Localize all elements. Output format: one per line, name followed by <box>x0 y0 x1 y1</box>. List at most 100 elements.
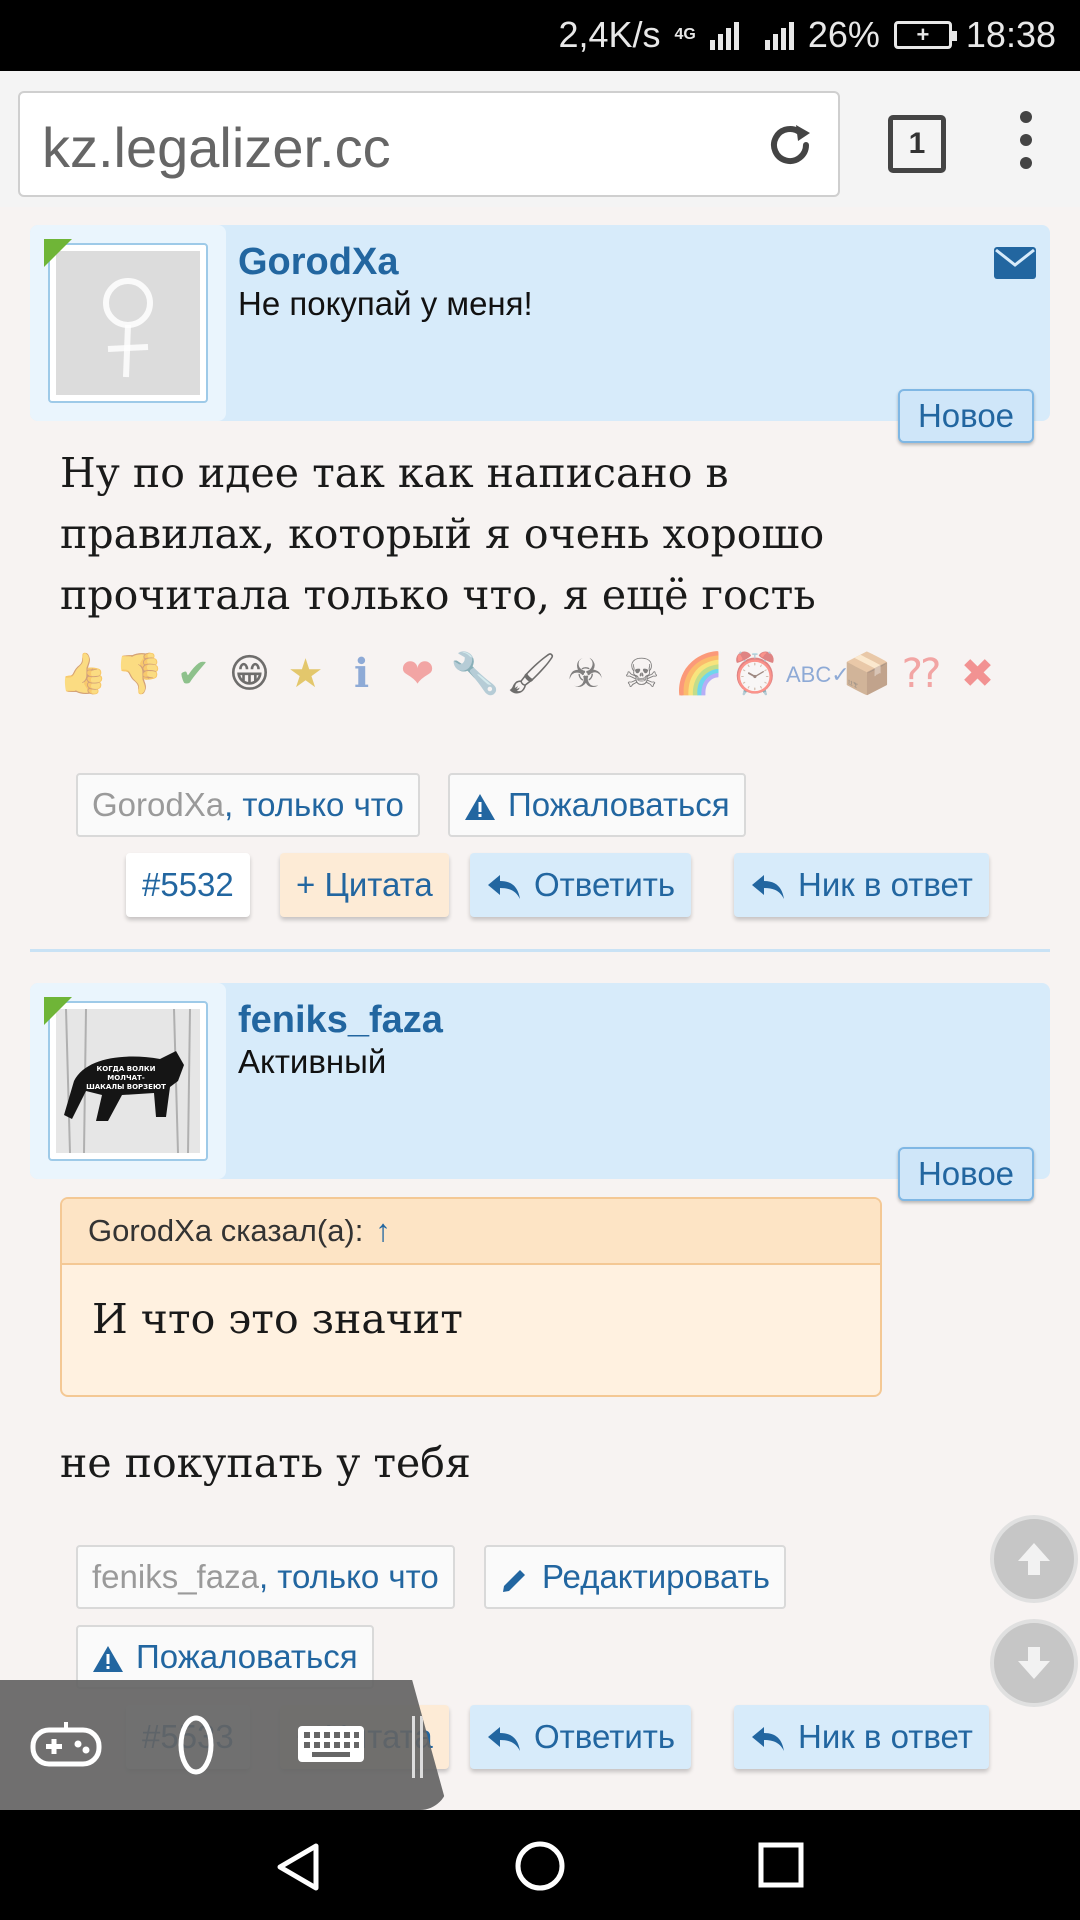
brush-icon[interactable]: 🖌 <box>506 651 557 698</box>
meta-time[interactable]: , только что <box>259 1558 439 1595</box>
zero-icon[interactable] <box>176 1714 216 1776</box>
warning-icon <box>465 794 495 821</box>
back-icon[interactable] <box>276 1842 322 1892</box>
thread-content: GorodXa Не покупай у меня! Новое Ну по и… <box>0 207 1080 1810</box>
edit-button[interactable]: Редактировать <box>484 1545 786 1609</box>
tab-switcher-button[interactable]: 1 <box>888 115 946 173</box>
home-icon[interactable] <box>514 1840 566 1892</box>
thumbs-up-icon[interactable]: 👍 <box>58 651 108 698</box>
grin-icon[interactable]: 😁 <box>226 651 273 698</box>
star-medal-icon[interactable]: ★ <box>282 651 329 698</box>
reply-button[interactable]: Ответить <box>470 853 692 917</box>
avatar-frame <box>30 225 226 421</box>
browser-toolbar: kz.legalizer.cc 1 <box>0 71 1080 207</box>
battery-icon: + <box>893 21 957 49</box>
message-line: правилах, который я очень хорошо <box>60 510 825 558</box>
post-meta: feniks_faza, только что <box>76 1545 455 1609</box>
signal-icon-2 <box>764 20 794 50</box>
quote-block: GorodXa сказал(а): ↑ И что это значит <box>60 1197 882 1397</box>
reply-label: Ответить <box>534 866 676 903</box>
info-icon[interactable]: ℹ <box>338 651 385 698</box>
user-title: Не покупай у меня! <box>238 285 533 322</box>
skull-icon[interactable]: ☠ <box>618 651 665 698</box>
overlay-divider <box>412 1716 415 1778</box>
reply-icon <box>752 1727 784 1752</box>
reply-icon <box>488 875 520 900</box>
nick-reply-label: Ник в ответ <box>798 1718 973 1755</box>
message-line: не покупать у тебя <box>60 1439 471 1487</box>
username[interactable]: feniks_faza <box>238 999 443 1042</box>
status-bar: 2,4K/s 4G 26% + 18:38 <box>0 0 1080 71</box>
spellcheck-icon[interactable]: ABC✓ <box>786 651 850 698</box>
quote-text: И что это значит <box>92 1295 463 1343</box>
question-icon[interactable]: ⁇ <box>898 651 945 698</box>
network-speed: 2,4K/s <box>558 14 661 55</box>
meta-author[interactable]: feniks_faza <box>92 1558 259 1595</box>
reaction-bar: 👍 👎 ✔ 😁 ★ ℹ ❤ 🔧 🖌 ☣ ☠ 🌈 ⏰ ABC✓ 📦 ⁇ ✖ <box>58 651 1001 698</box>
message-line: прочитала только что, я ещё гость <box>60 571 816 619</box>
reply-label: Ответить <box>534 1718 676 1755</box>
user-title: Активный <box>238 1043 387 1080</box>
message-line: Ну по идее так как написано в <box>60 449 729 497</box>
scroll-up-button[interactable] <box>990 1515 1078 1603</box>
meta-time[interactable]: , только что <box>224 786 404 823</box>
gamepad-icon[interactable] <box>30 1720 102 1770</box>
signal-icon <box>709 20 739 50</box>
post-author-block: GorodXa Не покупай у меня! <box>30 225 1050 421</box>
box-icon[interactable]: 📦 <box>842 651 892 698</box>
report-button[interactable]: Пожаловаться <box>76 1625 374 1689</box>
quote-button[interactable]: + Цитата <box>280 853 449 917</box>
new-badge: Новое <box>898 389 1034 443</box>
keyboard-icon[interactable] <box>296 1724 366 1764</box>
username[interactable]: GorodXa <box>238 241 398 284</box>
floating-toolbar <box>0 1680 448 1810</box>
warning-icon <box>93 1646 123 1673</box>
report-button[interactable]: Пожаловаться <box>448 773 746 837</box>
reply-icon <box>488 1727 520 1752</box>
avatar[interactable] <box>48 243 208 403</box>
report-label: Пожаловаться <box>136 1638 358 1675</box>
nick-reply-button[interactable]: Ник в ответ <box>734 1705 989 1769</box>
post-divider <box>30 949 1050 952</box>
avatar-image <box>56 251 200 395</box>
envelope-icon[interactable] <box>994 247 1036 279</box>
new-badge: Новое <box>898 1147 1034 1201</box>
recent-apps-icon[interactable] <box>758 1842 804 1888</box>
battery-percent: 26% <box>807 14 880 55</box>
overlay-divider <box>420 1716 423 1778</box>
address-bar[interactable]: kz.legalizer.cc <box>18 91 840 197</box>
arrow-up-icon[interactable]: ↑ <box>375 1213 391 1248</box>
meta-author[interactable]: GorodXa <box>92 786 224 823</box>
avatar-caption: МОЛЧАТ- <box>107 1074 145 1082</box>
post-message: не покупать у тебя <box>60 1433 471 1494</box>
post-message: Ну по идее так как написано в правилах, … <box>60 443 824 626</box>
reply-button[interactable]: Ответить <box>470 1705 692 1769</box>
report-label: Пожаловаться <box>508 786 730 823</box>
thumbs-down-icon[interactable]: 👎 <box>114 651 164 698</box>
post-author-block: КОГДА ВОЛКИ МОЛЧАТ- ШАКАЛЫ ВОРЗЕЮТ fenik… <box>30 983 1050 1179</box>
rainbow-icon[interactable]: 🌈 <box>674 651 724 698</box>
overflow-menu-icon[interactable] <box>1016 111 1036 181</box>
online-indicator <box>44 997 72 1025</box>
quote-author[interactable]: GorodXa сказал(а): <box>88 1213 363 1248</box>
arrow-up-icon <box>1018 1543 1050 1575</box>
heart-icon[interactable]: ❤ <box>394 651 441 698</box>
biohazard-icon[interactable]: ☣ <box>562 651 609 698</box>
post-meta: GorodXa, только что <box>76 773 420 837</box>
url-text[interactable]: kz.legalizer.cc <box>42 115 391 180</box>
check-icon[interactable]: ✔ <box>170 651 217 698</box>
pencil-icon <box>503 1570 525 1593</box>
scroll-down-button[interactable] <box>990 1619 1078 1707</box>
nick-reply-button[interactable]: Ник в ответ <box>734 853 989 917</box>
online-indicator <box>44 239 72 267</box>
alarm-clock-icon[interactable]: ⏰ <box>730 651 780 698</box>
post-number-link[interactable]: #5532 <box>126 853 250 917</box>
avatar[interactable]: КОГДА ВОЛКИ МОЛЧАТ- ШАКАЛЫ ВОРЗЕЮТ <box>48 1001 208 1161</box>
reply-icon <box>752 875 784 900</box>
cross-icon[interactable]: ✖ <box>954 651 1001 698</box>
clock: 18:38 <box>965 14 1056 55</box>
avatar-caption: КОГДА ВОЛКИ <box>97 1065 156 1073</box>
reload-icon[interactable] <box>762 117 818 173</box>
wrench-icon[interactable]: 🔧 <box>450 651 500 698</box>
quote-header: GorodXa сказал(а): ↑ <box>62 1199 880 1265</box>
